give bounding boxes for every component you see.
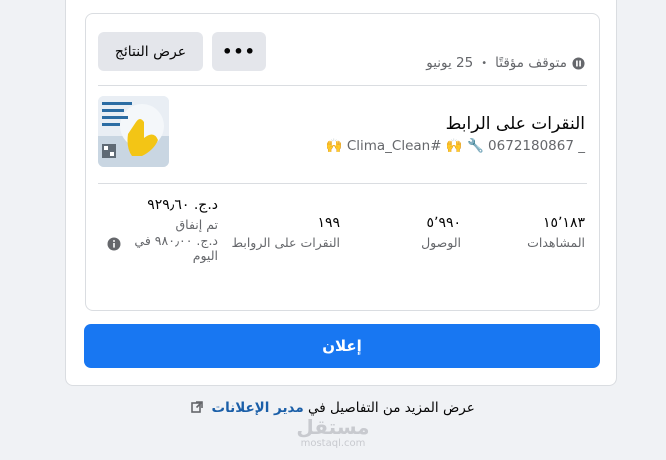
spend-label: تم إنفاق: [175, 217, 218, 232]
footer-text: عرض المزيد من التفاصيل في: [307, 400, 475, 416]
more-options-button[interactable]: •••: [212, 32, 266, 71]
ads-manager-link[interactable]: مدير الإعلانات: [212, 400, 304, 416]
metric-label: النقرات على الروابط: [231, 235, 340, 250]
watermark-latin: mostaql.com: [300, 438, 366, 449]
spend-value: د.ج. ٩٢٩٫٦٠: [147, 197, 218, 213]
metric-views: ١٥٬١٨٣ المشاهدات: [527, 215, 585, 250]
info-circle-icon[interactable]: [107, 237, 121, 251]
ad-subtitle: _ 0672180867 🔧 🙌 #Clima_Clean 🙌: [325, 138, 585, 154]
view-results-button[interactable]: عرض النتائج: [98, 32, 203, 71]
metric-link-clicks: ١٩٩ النقرات على الروابط: [231, 215, 340, 250]
ad-image: [98, 96, 169, 167]
status-label: متوقف مؤقتًا: [495, 55, 567, 71]
metric-value: ٥٬٩٩٠: [426, 215, 461, 231]
ad-title: النقرات على الرابط: [445, 114, 585, 134]
pause-circle-icon: [572, 56, 585, 70]
divider: [98, 85, 587, 86]
ad-date: 25 يونيو: [426, 55, 474, 71]
metric-value: ١٩٩: [317, 215, 340, 231]
metric-value: ١٥٬١٨٣: [542, 215, 585, 231]
metric-reach: ٥٬٩٩٠ الوصول: [421, 215, 461, 250]
ads-manager-footer: عرض المزيد من التفاصيل في مدير الإعلانات: [0, 400, 666, 416]
daily-budget: د.ج. ٩٨٠٫٠٠ في اليوم: [134, 233, 218, 263]
metric-label: الوصول: [421, 235, 461, 250]
divider: [98, 183, 587, 184]
external-link-icon[interactable]: [191, 401, 204, 413]
ad-detail-card: متوقف مؤقتًا • 25 يونيو عرض النتائج ••• …: [85, 13, 600, 311]
ad-status-row: متوقف مؤقتًا • 25 يونيو: [426, 50, 585, 76]
metric-label: المشاهدات: [527, 235, 585, 250]
separator-dot: •: [481, 57, 488, 69]
metric-spend: د.ج. ٩٢٩٫٦٠ تم إنفاق د.ج. ٩٨٠٫٠٠ في اليو…: [128, 197, 218, 263]
ad-primary-button[interactable]: إعلان: [84, 324, 600, 368]
ad-thumbnail[interactable]: [98, 96, 169, 167]
watermark-arabic: مستقل: [296, 415, 370, 439]
mostaql-watermark: مستقل mostaql.com: [291, 416, 375, 450]
